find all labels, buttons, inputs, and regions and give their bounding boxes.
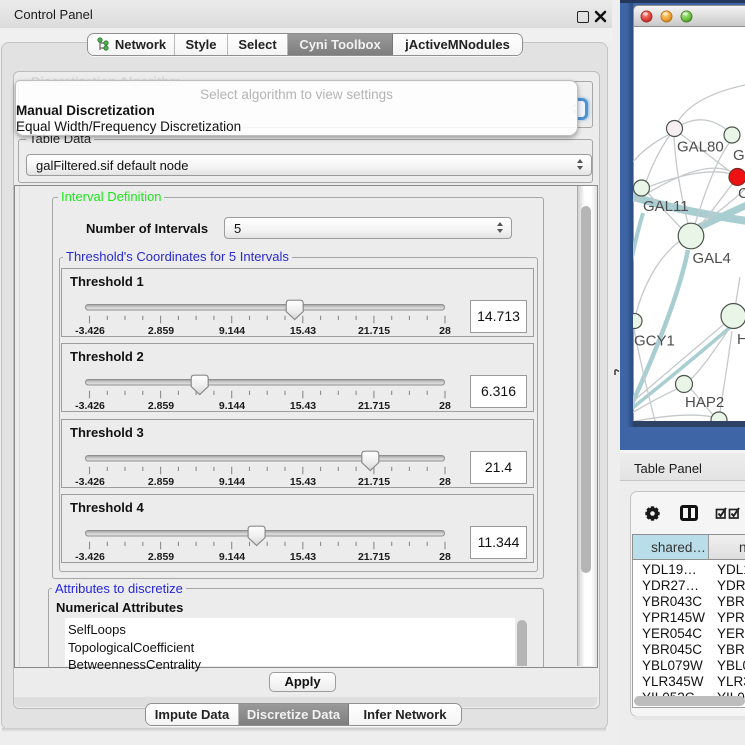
svg-text:C: C [738, 185, 745, 202]
svg-text:HAP2: HAP2 [685, 394, 724, 411]
svg-text:GCY1: GCY1 [634, 333, 675, 350]
svg-text:H: H [737, 331, 745, 348]
svg-text:GAL11: GAL11 [643, 198, 689, 215]
svg-text:G.: G. [733, 147, 745, 164]
svg-text:GAL4: GAL4 [693, 250, 731, 267]
svg-text:GAL80: GAL80 [677, 139, 724, 156]
